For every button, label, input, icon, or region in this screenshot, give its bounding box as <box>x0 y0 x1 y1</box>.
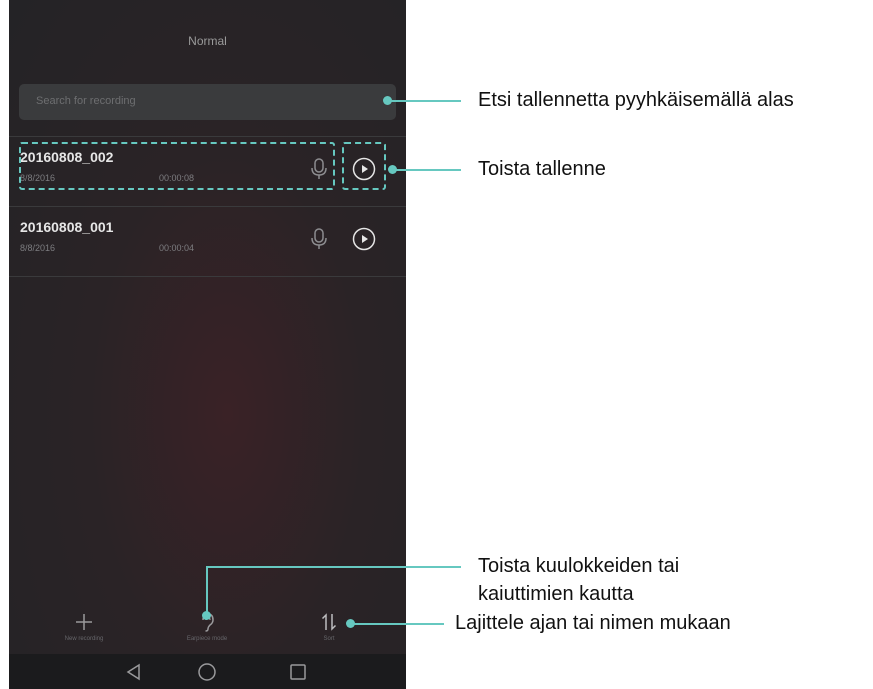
earpiece-callout-vertical <box>206 566 208 616</box>
recording-highlight <box>19 142 335 190</box>
play-highlight <box>342 142 386 190</box>
new-recording-label: New recording <box>64 636 104 642</box>
new-recording-button[interactable]: New recording <box>34 604 134 642</box>
navigation-bar <box>9 654 406 689</box>
sort-label: Sort <box>323 636 335 642</box>
recents-icon[interactable] <box>288 662 308 682</box>
search-callout-text: Etsi tallennetta pyyhkäisemällä alas <box>478 89 794 111</box>
play-callout-dot <box>388 165 397 174</box>
divider <box>9 276 406 277</box>
play-callout-line <box>392 169 461 171</box>
page-title: Normal <box>188 34 227 48</box>
earpiece-callout-line <box>207 566 461 568</box>
recording-date: 8/8/2016 <box>20 243 56 253</box>
earpiece-mode-label: Earpiece mode <box>186 636 228 642</box>
recording-name: 20160808_001 <box>20 219 114 235</box>
list-item[interactable]: 20160808_001 8/8/2016 00:00:04 <box>9 207 406 275</box>
sort-callout-dot <box>346 619 355 628</box>
recording-duration: 00:00:04 <box>159 243 195 253</box>
sort-icon <box>321 613 337 631</box>
earpiece-callout-text-1: Toista kuulokkeiden tai <box>478 555 680 577</box>
sort-callout-text: Lajittele ajan tai nimen mukaan <box>455 612 731 634</box>
play-callout-text: Toista tallenne <box>478 158 606 180</box>
search-input[interactable]: Search for recording <box>19 84 396 120</box>
play-icon[interactable] <box>352 227 376 251</box>
earpiece-callout-dot <box>202 611 211 620</box>
back-icon[interactable] <box>124 662 144 682</box>
sort-callout-line <box>350 623 444 625</box>
plus-icon <box>76 614 92 630</box>
search-callout-dot <box>383 96 392 105</box>
earpiece-callout-text-2: kaiuttimien kautta <box>478 583 634 605</box>
search-placeholder: Search for recording <box>36 95 136 107</box>
search-callout-line <box>388 100 461 102</box>
microphone-icon <box>311 228 327 249</box>
home-icon[interactable] <box>197 662 217 682</box>
